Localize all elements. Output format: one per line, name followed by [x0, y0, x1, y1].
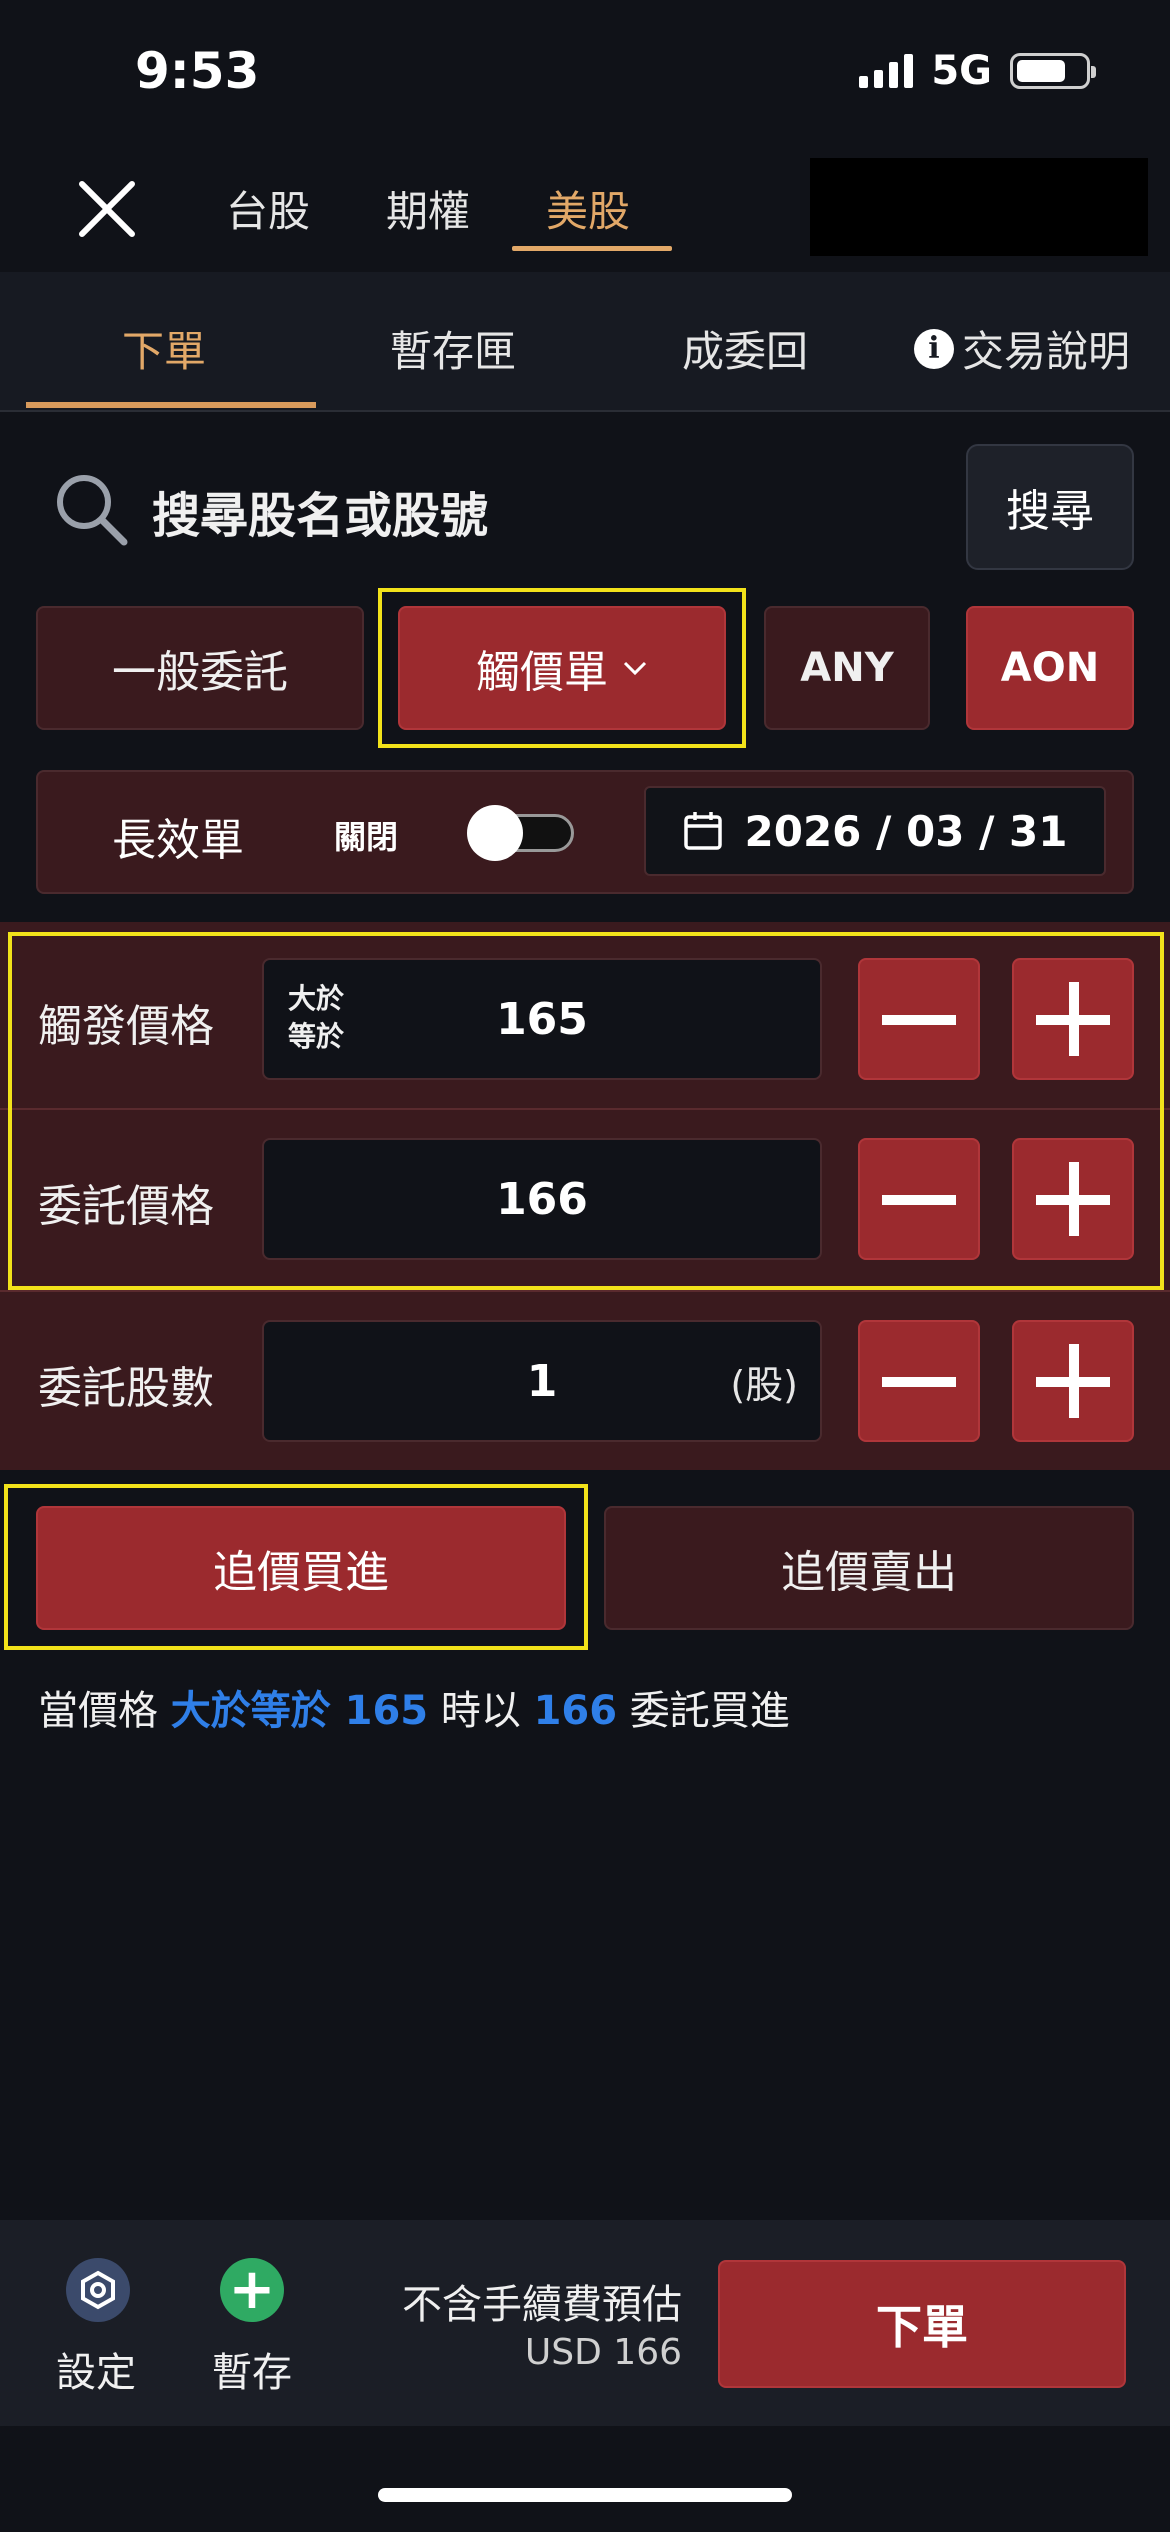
toggle-label: 關閉: [334, 818, 399, 856]
tab-order[interactable]: 下單: [122, 318, 206, 379]
long-order-toggle[interactable]: [467, 805, 574, 861]
general-order-button[interactable]: 一般委託: [36, 606, 364, 730]
chevron-down-icon: [623, 661, 647, 676]
quantity-unit: (股): [730, 1362, 798, 1407]
save-draft-label[interactable]: 暫存: [212, 2340, 292, 2398]
status-indicators: 5G: [859, 48, 1096, 94]
add-draft-icon[interactable]: +: [220, 2258, 284, 2322]
tab-help-label: 交易說明: [962, 327, 1131, 376]
quantity-plus-button[interactable]: [1012, 1320, 1134, 1442]
info-icon: i: [914, 328, 954, 369]
status-time: 9:53: [135, 42, 260, 100]
quantity-input[interactable]: 1 (股): [262, 1320, 822, 1442]
search-button[interactable]: 搜尋: [966, 444, 1134, 570]
tab-help[interactable]: i 交易說明: [914, 318, 1130, 379]
close-icon[interactable]: [78, 180, 136, 238]
annotation-highlight: [8, 932, 1164, 1290]
estimate-label: 不含手續費預估: [402, 2282, 682, 2328]
expiry-date-picker[interactable]: 2026 / 03 / 31: [644, 786, 1106, 876]
divider: [0, 1290, 1170, 1292]
network-type: 5G: [931, 48, 992, 94]
quantity-label: 委託股數: [38, 1363, 214, 1414]
chase-sell-button[interactable]: 追價賣出: [604, 1506, 1134, 1630]
any-button[interactable]: ANY: [764, 606, 930, 730]
tab-us-stock[interactable]: 美股: [546, 178, 630, 239]
tab-filled[interactable]: 成委回: [682, 318, 808, 379]
tab-options[interactable]: 期權: [386, 178, 470, 239]
search-input[interactable]: 搜尋股名或股號: [152, 476, 488, 546]
submit-order-button[interactable]: 下單: [718, 2260, 1126, 2388]
tab-tw-stock[interactable]: 台股: [226, 178, 310, 239]
settings-label[interactable]: 設定: [56, 2340, 136, 2398]
order-summary-hint: 當價格 大於等於 165 時以 166 委託買進: [38, 1688, 790, 1734]
expiry-date: 2026 / 03 / 31: [744, 806, 1068, 856]
sub-tab-indicator: [26, 402, 316, 408]
search-icon: [57, 475, 128, 546]
redacted-area: [810, 158, 1148, 256]
trigger-order-dropdown[interactable]: 觸價單: [398, 606, 726, 730]
calendar-icon: [683, 812, 722, 850]
quantity-minus-button[interactable]: [858, 1320, 980, 1442]
market-tab-indicator: [512, 246, 672, 251]
signal-icon: [859, 54, 914, 88]
tab-draft[interactable]: 暫存匣: [390, 318, 516, 379]
trigger-order-label: 觸價單: [476, 647, 608, 698]
aon-button[interactable]: AON: [966, 606, 1134, 730]
estimate-value: USD 166: [524, 2332, 682, 2373]
chase-buy-button[interactable]: 追價買進: [36, 1506, 566, 1630]
battery-icon: [1010, 53, 1096, 89]
home-indicator: [378, 2488, 792, 2502]
long-order-label: 長效單: [112, 815, 244, 866]
settings-icon[interactable]: [66, 2258, 130, 2322]
